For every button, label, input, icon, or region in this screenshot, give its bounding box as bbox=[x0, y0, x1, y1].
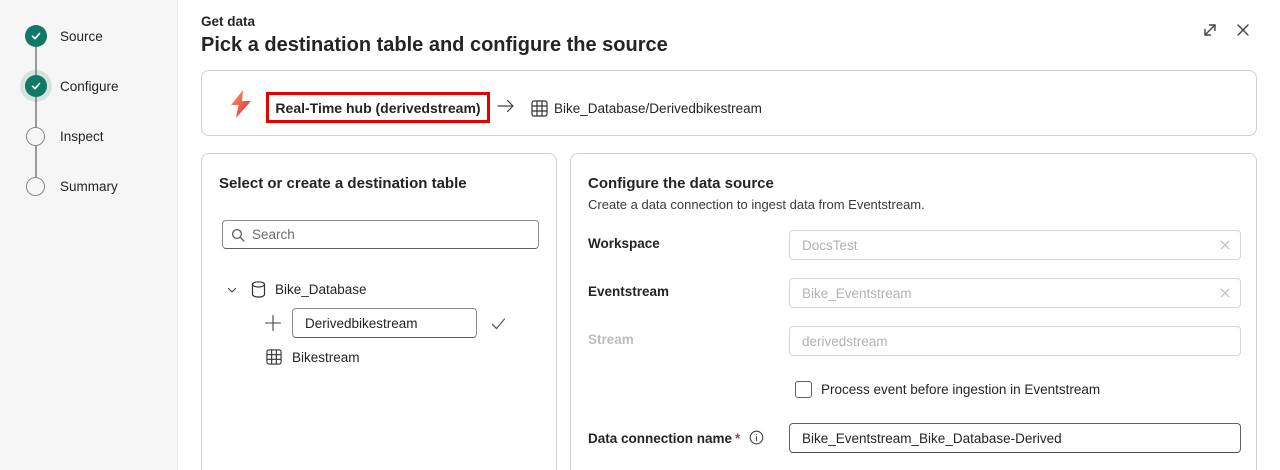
table-icon bbox=[531, 100, 548, 117]
check-circle-icon bbox=[25, 75, 47, 97]
workspace-input[interactable] bbox=[802, 237, 1218, 253]
destination-path: Bike_Database/Derivedbikestream bbox=[554, 101, 762, 116]
destination-table-panel: Select or create a destination table Sea… bbox=[201, 153, 557, 470]
confirm-checkmark-icon[interactable] bbox=[490, 315, 507, 332]
stream-field bbox=[789, 326, 1241, 356]
tree-node-existing-table[interactable]: Bikestream bbox=[266, 349, 360, 365]
existing-table-name: Bikestream bbox=[292, 349, 360, 365]
get-data-dialog: Source Configure Inspect Summary Get dat… bbox=[0, 0, 1280, 470]
close-icon[interactable] bbox=[1233, 20, 1253, 40]
expand-icon[interactable] bbox=[1200, 20, 1220, 40]
workspace-label: Workspace bbox=[588, 236, 660, 251]
configure-source-panel: Configure the data source Create a data … bbox=[570, 153, 1257, 470]
workspace-field bbox=[789, 230, 1241, 260]
search-icon bbox=[231, 228, 245, 242]
stepper-connector bbox=[35, 36, 37, 186]
stream-label: Stream bbox=[588, 332, 634, 347]
empty-circle-icon bbox=[26, 176, 45, 196]
process-event-row: Process event before ingestion in Events… bbox=[795, 381, 1100, 398]
source-destination-banner: Real-Time hub (derivedstream) Bike_Datab… bbox=[201, 70, 1257, 136]
plus-icon[interactable] bbox=[264, 314, 282, 332]
chevron-down-icon[interactable] bbox=[226, 284, 238, 296]
info-icon[interactable] bbox=[749, 430, 764, 445]
tree-node-database[interactable]: Bike_Database bbox=[226, 281, 367, 298]
step-source[interactable]: Source bbox=[0, 24, 178, 48]
source-highlight-annotation: Real-Time hub (derivedstream) bbox=[266, 92, 490, 123]
step-configure[interactable]: Configure bbox=[0, 74, 178, 98]
wizard-stepper: Source Configure Inspect Summary bbox=[0, 0, 178, 470]
clear-x-icon[interactable] bbox=[1218, 238, 1232, 252]
configure-panel-title: Configure the data source bbox=[588, 175, 774, 192]
check-circle-icon bbox=[25, 25, 47, 47]
tree-node-new-table bbox=[264, 308, 507, 338]
arrow-right-icon bbox=[496, 99, 516, 113]
page-title: Pick a destination table and configure t… bbox=[201, 34, 668, 56]
source-label: Real-Time hub (derivedstream) bbox=[275, 99, 481, 116]
configure-panel-subtitle: Create a data connection to ingest data … bbox=[588, 197, 925, 212]
step-label: Inspect bbox=[60, 128, 104, 144]
connection-name-label: Data connection name * bbox=[588, 431, 740, 446]
connection-name-input[interactable] bbox=[802, 430, 1232, 446]
connection-name-field bbox=[789, 423, 1241, 453]
destination-panel-title: Select or create a destination table bbox=[219, 175, 467, 192]
search-input[interactable] bbox=[252, 227, 530, 242]
eventstream-input[interactable] bbox=[802, 285, 1218, 301]
empty-circle-icon bbox=[26, 126, 45, 146]
stream-input bbox=[802, 333, 1232, 349]
new-table-name-input[interactable] bbox=[292, 308, 477, 338]
step-label: Configure bbox=[60, 78, 119, 94]
eventstream-label: Eventstream bbox=[588, 284, 670, 299]
step-inspect[interactable]: Inspect bbox=[0, 124, 178, 148]
table-icon bbox=[266, 349, 282, 365]
connection-name-label-text: Data connection name bbox=[588, 431, 733, 446]
table-search[interactable] bbox=[222, 220, 539, 249]
step-label: Summary bbox=[60, 178, 118, 194]
lightning-bolt-icon bbox=[228, 89, 254, 119]
clear-x-icon[interactable] bbox=[1218, 286, 1232, 300]
database-icon bbox=[251, 281, 266, 298]
dialog-eyebrow: Get data bbox=[201, 14, 256, 29]
process-event-checkbox[interactable] bbox=[795, 381, 812, 398]
required-asterisk: * bbox=[735, 431, 741, 446]
step-label: Source bbox=[60, 28, 103, 44]
database-name: Bike_Database bbox=[275, 282, 367, 297]
eventstream-field bbox=[789, 278, 1241, 308]
process-event-label: Process event before ingestion in Events… bbox=[821, 382, 1101, 397]
step-summary[interactable]: Summary bbox=[0, 174, 178, 198]
